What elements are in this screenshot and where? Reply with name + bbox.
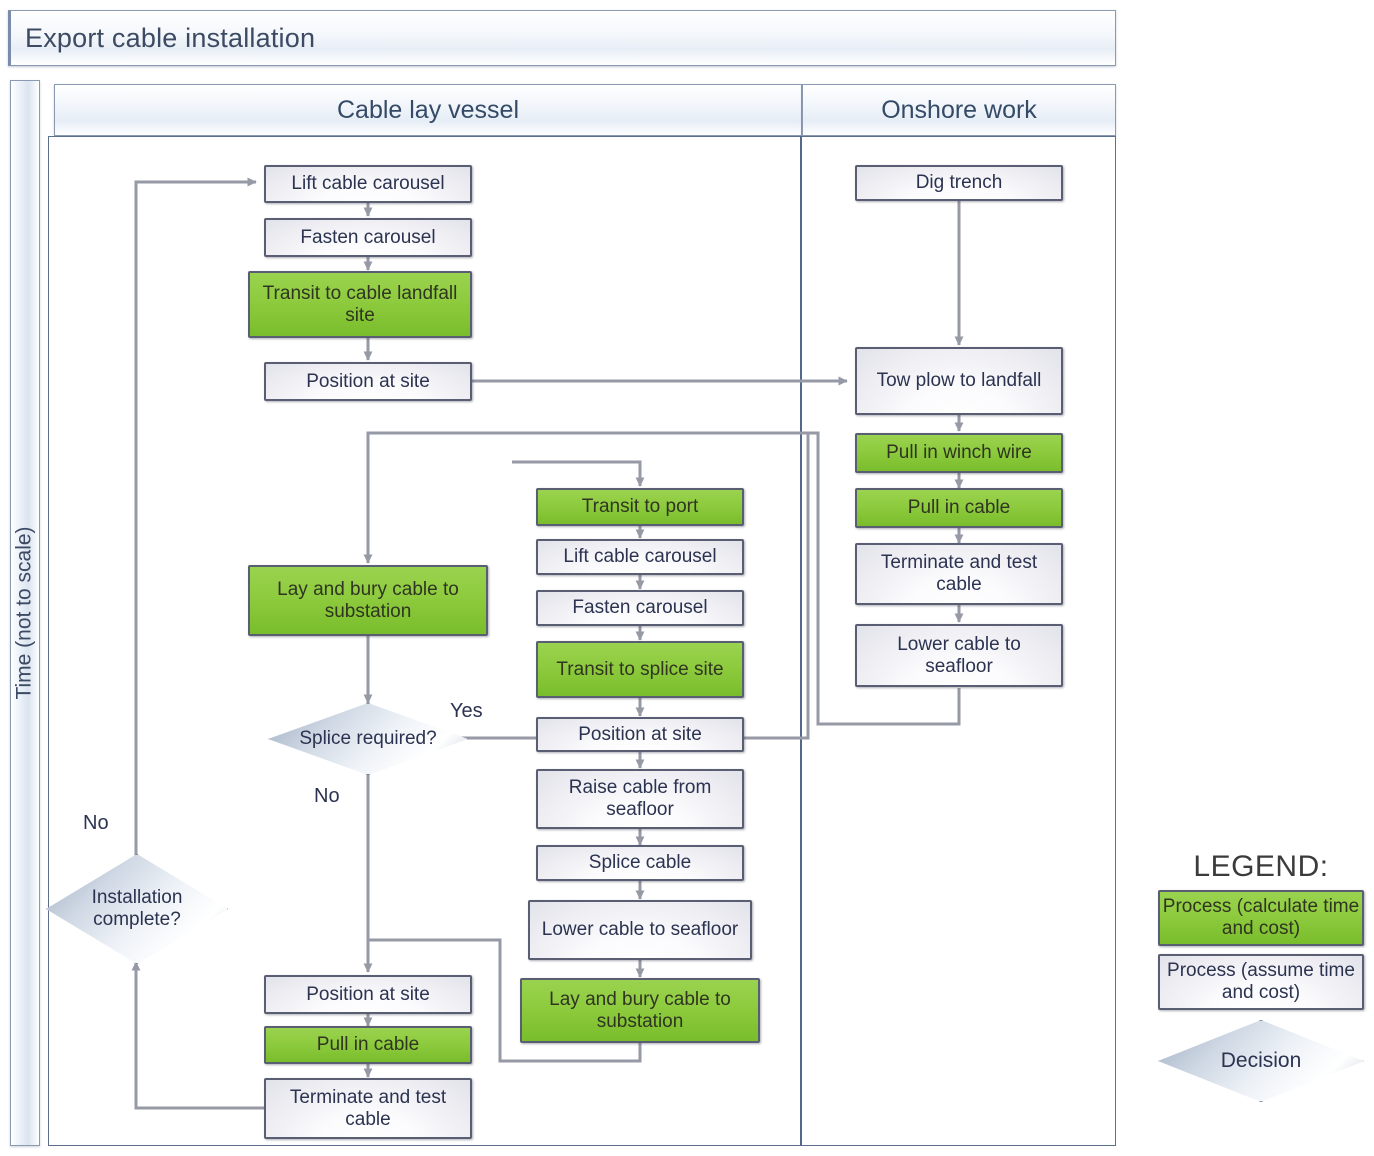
node-lay-and-bury-cable-to-substation-1[interactable]: Lay and bury cable to substation <box>248 565 488 636</box>
node-label: Position at site <box>578 723 702 745</box>
node-label: Transit to cable landfall site <box>262 282 458 326</box>
decision-label: Splice required? <box>299 728 437 750</box>
node-position-at-site-1[interactable]: Position at site <box>264 362 472 401</box>
edge-terminate2-to-installation-complete <box>131 961 264 1110</box>
node-terminate-and-test-cable-1[interactable]: Terminate and test cable <box>855 543 1063 605</box>
node-raise-cable-from-seafloor[interactable]: Raise cable from seafloor <box>536 769 744 829</box>
node-position-at-site-3[interactable]: Position at site <box>264 975 472 1014</box>
node-fasten-carousel-2[interactable]: Fasten carousel <box>536 590 744 626</box>
node-pull-in-winch-wire[interactable]: Pull in winch wire <box>855 433 1063 473</box>
node-transit-to-port[interactable]: Transit to port <box>536 488 744 526</box>
flowchart-canvas: Export cable installation Time (not to s… <box>0 0 1374 1156</box>
node-position-at-site-2[interactable]: Position at site <box>536 717 744 752</box>
node-label: Lift cable carousel <box>563 546 717 568</box>
node-lift-cable-carousel-2[interactable]: Lift cable carousel <box>536 539 744 575</box>
node-label: Splice cable <box>588 852 692 874</box>
edge-installation-no-to-lift1 <box>134 177 257 862</box>
node-label: Position at site <box>306 983 430 1005</box>
node-transit-to-splice-site[interactable]: Transit to splice site <box>536 641 744 698</box>
node-lift-cable-carousel-1[interactable]: Lift cable carousel <box>264 165 472 203</box>
node-lower-cable-to-seafloor-2[interactable]: Lower cable to seafloor <box>528 900 752 960</box>
node-label: Lower cable to seafloor <box>897 633 1021 677</box>
node-tow-plow-to-landfall[interactable]: Tow plow to landfall <box>855 347 1063 415</box>
node-label: Terminate and test cable <box>880 552 1038 595</box>
node-label: Pull in cable <box>907 497 1011 519</box>
node-label: Raise cable from seafloor <box>568 777 712 820</box>
decision-installation-complete[interactable]: Installation complete? <box>46 854 228 964</box>
edge-label-splice-yes: Yes <box>450 700 483 722</box>
node-label: Lay and bury cable to substation <box>549 988 731 1032</box>
node-label: Lay and bury cable to substation <box>277 578 459 622</box>
node-label: Dig trench <box>915 172 1003 194</box>
decision-label: Installation complete? <box>91 887 183 930</box>
node-label: Lower cable to seafloor <box>541 919 739 941</box>
node-label: Transit to splice site <box>556 658 724 680</box>
edge-label-installation-no: No <box>83 812 109 834</box>
node-label: Transit to port <box>581 496 699 518</box>
node-transit-to-cable-landfall-site[interactable]: Transit to cable landfall site <box>248 271 472 338</box>
node-label: Tow plow to landfall <box>876 370 1042 392</box>
node-terminate-and-test-cable-2[interactable]: Terminate and test cable <box>264 1078 472 1139</box>
decision-splice-required[interactable]: Splice required? <box>268 703 468 775</box>
node-lay-and-bury-cable-to-substation-2[interactable]: Lay and bury cable to substation <box>520 978 760 1043</box>
edge-label-splice-no: No <box>314 785 340 807</box>
node-splice-cable[interactable]: Splice cable <box>536 845 744 881</box>
node-pull-in-cable-1[interactable]: Pull in cable <box>855 488 1063 528</box>
node-label: Lift cable carousel <box>291 173 445 195</box>
node-dig-trench[interactable]: Dig trench <box>855 165 1063 201</box>
node-lower-cable-to-seafloor-1[interactable]: Lower cable to seafloor <box>855 624 1063 687</box>
node-fasten-carousel-1[interactable]: Fasten carousel <box>264 218 472 257</box>
node-label: Pull in winch wire <box>886 442 1032 464</box>
node-label: Fasten carousel <box>572 597 708 619</box>
node-label: Pull in cable <box>316 1034 420 1056</box>
node-label: Position at site <box>306 370 430 392</box>
node-label: Fasten carousel <box>300 226 436 248</box>
node-label: Terminate and test cable <box>289 1086 447 1130</box>
edge-into-transit-to-port <box>512 460 645 487</box>
node-pull-in-cable-2[interactable]: Pull in cable <box>264 1026 472 1064</box>
